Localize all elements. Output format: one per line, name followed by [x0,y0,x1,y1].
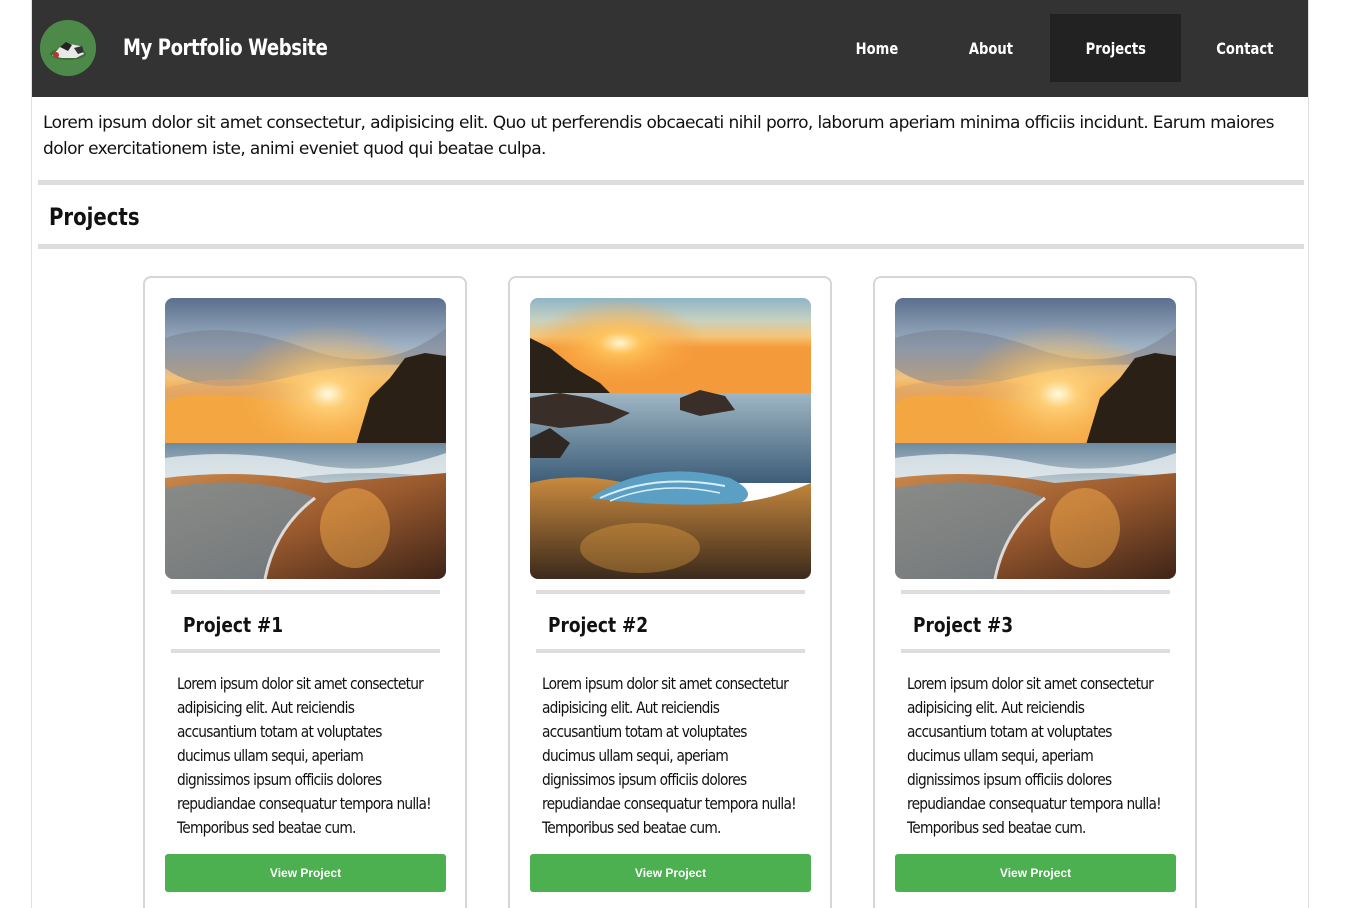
card-divider [536,649,805,653]
card-divider [171,590,440,594]
project-title: Project #2 [548,613,649,637]
page: My Portfolio Website Home About Projects… [31,0,1309,908]
card-divider [901,649,1170,653]
nav-about-label: About [968,38,1014,58]
project-description: Lorem ipsum dolor sit amet consectetur a… [177,674,432,837]
card-divider [536,590,805,594]
divider [38,244,1304,249]
project-description: Lorem ipsum dolor sit amet consectetur a… [907,674,1162,837]
card-divider [171,649,440,653]
intro-text: Lorem ipsum dolor sit amet consectetur, … [43,113,1275,159]
project-description: Lorem ipsum dolor sit amet consectetur a… [542,674,797,837]
project-image [895,298,1176,579]
project-image [530,298,811,579]
site-title: My Portfolio Website [123,36,328,61]
nav-projects-label: Projects [1085,38,1146,58]
nav-contact-label: Contact [1216,38,1274,58]
project-card: Project #3 Lorem ipsum dolor sit amet co… [873,276,1197,908]
view-project-button[interactable]: View Project [895,854,1176,892]
project-image [165,298,446,579]
nav-about[interactable]: About [958,14,1024,82]
view-project-button[interactable]: View Project [165,854,446,892]
nav-projects[interactable]: Projects [1050,14,1181,82]
view-project-button[interactable]: View Project [530,854,811,892]
site-header: My Portfolio Website Home About Projects… [32,0,1308,97]
divider [38,180,1304,185]
project-card: Project #1 Lorem ipsum dolor sit amet co… [143,276,467,908]
nav-contact[interactable]: Contact [1210,14,1280,82]
project-card: Project #2 Lorem ipsum dolor sit amet co… [508,276,832,908]
card-divider [901,590,1170,594]
section-title: Projects [49,203,140,231]
project-title: Project #1 [183,613,284,637]
nav-home[interactable]: Home [844,14,910,82]
avatar [40,20,96,76]
project-title: Project #3 [913,613,1014,637]
nav-home-label: Home [855,38,899,58]
